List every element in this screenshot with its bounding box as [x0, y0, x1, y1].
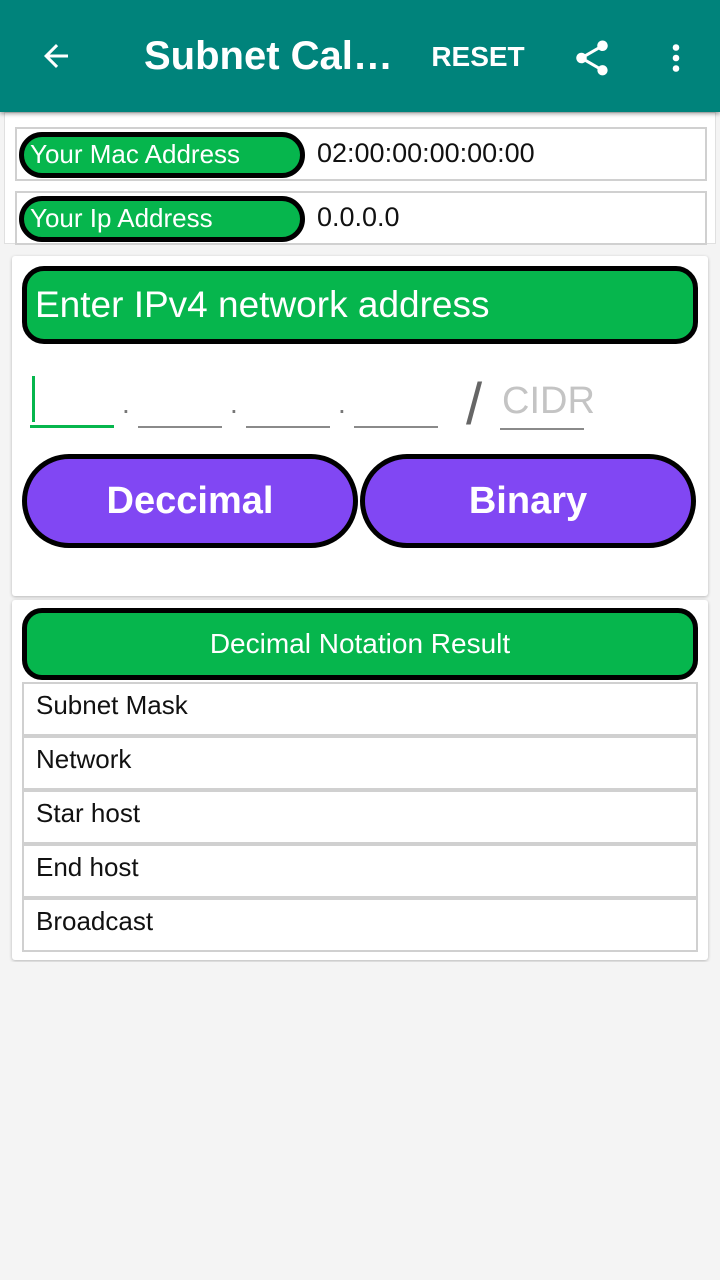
arrow-back-icon	[44, 44, 68, 68]
cidr-input[interactable]: CIDR	[500, 376, 595, 430]
share-button[interactable]	[562, 28, 622, 88]
share-icon	[576, 40, 608, 76]
result-row-end-host: End host	[22, 844, 698, 898]
result-row-broadcast: Broadcast	[22, 898, 698, 952]
octet-1-input[interactable]	[30, 372, 114, 428]
app-title: Subnet Calc...	[144, 34, 394, 78]
octet-separator: .	[230, 388, 238, 419]
ip-address-value: 0.0.0.0	[317, 202, 400, 232]
more-options-button[interactable]	[650, 28, 702, 88]
octet-separator: .	[122, 388, 130, 419]
back-button[interactable]	[28, 28, 84, 84]
octet-4-input[interactable]	[354, 372, 438, 428]
app-bar: Subnet Calc... RESET	[0, 0, 720, 112]
reset-button[interactable]: RESET	[424, 36, 532, 78]
octet-2-input[interactable]	[138, 372, 222, 428]
ip-address-label: Your Ip Address	[19, 196, 305, 242]
input-header: Enter IPv4 network address	[22, 266, 698, 344]
device-info-card: Your Mac Address 02:00:00:00:00:00 Your …	[4, 112, 716, 245]
cidr-slash: /	[466, 372, 483, 437]
more-vert-icon	[672, 44, 680, 72]
mac-address-row: Your Mac Address 02:00:00:00:00:00	[15, 127, 707, 181]
mac-address-value: 02:00:00:00:00:00	[317, 138, 535, 168]
empty-background	[0, 962, 720, 1280]
result-header: Decimal Notation Result	[22, 608, 698, 680]
binary-button[interactable]: Binary	[360, 454, 696, 548]
text-cursor	[32, 376, 35, 422]
result-row-network: Network	[22, 736, 698, 790]
ip-input-card: Enter IPv4 network address . . . / CIDR …	[12, 256, 708, 596]
octet-separator: .	[338, 388, 346, 419]
result-row-start-host: Star host	[22, 790, 698, 844]
mac-address-label: Your Mac Address	[19, 132, 305, 178]
decimal-button[interactable]: Deccimal	[22, 454, 358, 548]
octet-3-input[interactable]	[246, 372, 330, 428]
result-row-subnet-mask: Subnet Mask	[22, 682, 698, 736]
result-card: Decimal Notation Result Subnet Mask Netw…	[12, 600, 708, 960]
ip-address-row: Your Ip Address 0.0.0.0	[15, 191, 707, 245]
